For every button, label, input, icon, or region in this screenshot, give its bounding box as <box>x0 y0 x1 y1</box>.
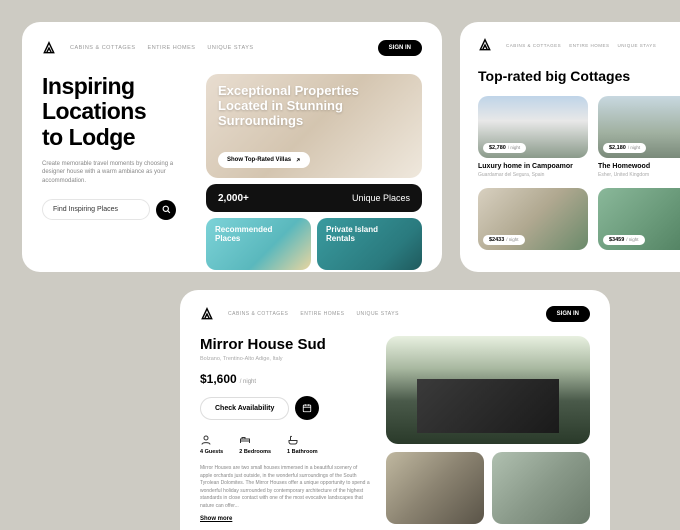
nav-link-homes[interactable]: ENTIRE HOMES <box>569 43 609 48</box>
nav-link-cabins[interactable]: CABINS & COTTAGES <box>506 43 561 48</box>
nav-link-cabins[interactable]: CABINS & COTTAGES <box>70 45 136 51</box>
signin-button[interactable]: SIGN IN <box>378 40 422 56</box>
feature-bedrooms: 2 Bedrooms <box>239 434 271 455</box>
price-chip: $2433/ night <box>483 235 525 245</box>
logo-icon <box>200 307 214 321</box>
detail-title: Mirror House Sud <box>200 336 370 353</box>
detail-description: Mirror Houses are two small houses immer… <box>200 465 370 510</box>
check-availability-button[interactable]: Check Availability <box>200 397 289 420</box>
property-name: Luxury home in Campoamor <box>478 163 588 170</box>
detail-card: CABINS & COTTAGES ENTIRE HOMES UNIQUE ST… <box>180 290 610 530</box>
hero-right: Exceptional Properties Located in Stunni… <box>206 74 422 270</box>
stats-count: 2,000+ <box>218 193 249 204</box>
feature-bathrooms: 1 Bathroom <box>287 434 318 455</box>
bed-icon <box>239 434 251 446</box>
property-image: $2,180/ night <box>598 96 680 158</box>
toprated-card: CABINS & COTTAGES ENTIRE HOMES UNIQUE ST… <box>460 22 680 272</box>
search-icon <box>162 205 171 214</box>
nav-links: CABINS & COTTAGES ENTIRE HOMES UNIQUE ST… <box>228 311 399 317</box>
property-image: $3459/ night <box>598 188 680 250</box>
calendar-button[interactable] <box>295 396 319 420</box>
hero-subtitle: Create memorable travel moments by choos… <box>42 160 192 185</box>
stats-label: Unique Places <box>352 193 410 203</box>
price-chip: $2,180/ night <box>603 143 646 153</box>
signin-button[interactable]: SIGN IN <box>546 306 590 322</box>
detail-price: $1,600/ night <box>200 372 370 386</box>
logo-icon <box>42 41 56 55</box>
detail-location: Bolzano, Trentino-Alto Adige, Italy <box>200 356 370 362</box>
hero-left: Inspiring Locations to Lodge Create memo… <box>42 74 192 270</box>
property-image: $2,780/ night <box>478 96 588 158</box>
arrow-icon <box>295 157 301 163</box>
gallery-thumb[interactable] <box>386 452 484 524</box>
search-button[interactable] <box>156 200 176 220</box>
property-location: Esher, United Kingdom <box>598 172 680 178</box>
section-title: Top-rated big Cottages <box>478 68 680 84</box>
logo-icon <box>478 38 492 52</box>
property-item[interactable]: $2,780/ night Luxury home in Campoamor G… <box>478 96 588 178</box>
nav-link-homes[interactable]: ENTIRE HOMES <box>300 311 344 317</box>
nav-link-unique[interactable]: UNIQUE STAYS <box>207 45 253 51</box>
property-item[interactable]: $3459/ night <box>598 188 680 250</box>
gallery-thumb[interactable] <box>492 452 590 524</box>
show-villas-button[interactable]: Show Top-Rated Villas <box>218 152 310 168</box>
property-item[interactable]: $2433/ night <box>478 188 588 250</box>
recommended-tile[interactable]: Recommended Places <box>206 218 311 270</box>
guests-icon <box>200 434 212 446</box>
hero-title: Inspiring Locations to Lodge <box>42 74 192 150</box>
property-image: $2433/ night <box>478 188 588 250</box>
property-location: Guardamar del Segura, Spain <box>478 172 588 178</box>
nav-links: CABINS & COTTAGES ENTIRE HOMES UNIQUE ST… <box>506 43 656 48</box>
nav-link-unique[interactable]: UNIQUE STAYS <box>617 43 656 48</box>
nav-link-homes[interactable]: ENTIRE HOMES <box>148 45 196 51</box>
nav-link-unique[interactable]: UNIQUE STAYS <box>356 311 399 317</box>
price-chip: $3459/ night <box>603 235 645 245</box>
show-more-link[interactable]: Show more <box>200 516 370 522</box>
nav-link-cabins[interactable]: CABINS & COTTAGES <box>228 311 288 317</box>
price-chip: $2,780/ night <box>483 143 526 153</box>
detail-info: Mirror House Sud Bolzano, Trentino-Alto … <box>200 336 370 524</box>
nav-links: CABINS & COTTAGES ENTIRE HOMES UNIQUE ST… <box>70 45 254 51</box>
gallery-main-image[interactable] <box>386 336 590 444</box>
property-grid: $2,780/ night Luxury home in Campoamor G… <box>478 96 680 250</box>
hero-card: CABINS & COTTAGES ENTIRE HOMES UNIQUE ST… <box>22 22 442 272</box>
nav-bar: CABINS & COTTAGES ENTIRE HOMES UNIQUE ST… <box>478 38 680 52</box>
stats-bar: 2,000+ Unique Places <box>206 184 422 212</box>
features-row: 4 Guests 2 Bedrooms 1 Bathroom <box>200 434 370 455</box>
feature-card: Exceptional Properties Located in Stunni… <box>206 74 422 178</box>
find-input[interactable]: Find Inspiring Places <box>42 199 150 220</box>
property-item[interactable]: $2,180/ night The Homewood Esher, United… <box>598 96 680 178</box>
nav-bar: CABINS & COTTAGES ENTIRE HOMES UNIQUE ST… <box>42 40 422 56</box>
calendar-icon <box>302 403 312 413</box>
feature-title: Exceptional Properties Located in Stunni… <box>218 84 410 129</box>
property-name: The Homewood <box>598 163 680 170</box>
nav-bar: CABINS & COTTAGES ENTIRE HOMES UNIQUE ST… <box>200 306 590 322</box>
bath-icon <box>287 434 299 446</box>
feature-guests: 4 Guests <box>200 434 223 455</box>
detail-gallery <box>386 336 590 524</box>
private-island-tile[interactable]: Private Island Rentals <box>317 218 422 270</box>
